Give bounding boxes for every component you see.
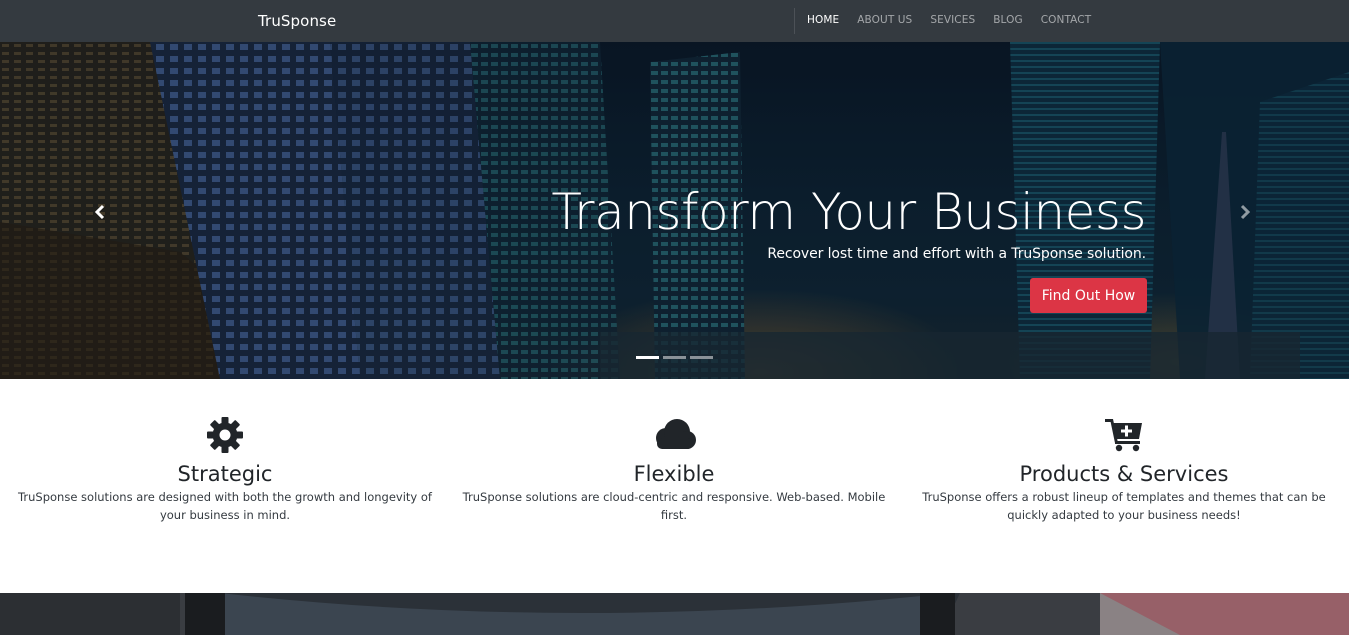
feature-strategic: Strategic TruSponse solutions are design… (10, 415, 440, 524)
feature-text: TruSponse solutions are cloud-centric an… (462, 490, 886, 522)
features-section: Strategic TruSponse solutions are design… (0, 379, 1349, 593)
brand-logo-link[interactable]: TruSponse (258, 12, 336, 30)
feature-title: Products & Services (1019, 462, 1229, 486)
carousel-next-button[interactable] (1235, 202, 1255, 222)
carousel-caption: Transform Your Business Recover lost tim… (551, 182, 1146, 262)
carousel-indicators (636, 356, 713, 359)
nav-link-contact[interactable]: CONTACT (1041, 14, 1092, 26)
feature-flexible: Flexible TruSponse solutions are cloud-c… (459, 415, 889, 524)
parallax-image-strip (0, 593, 1349, 635)
nav-link-blog[interactable]: BLOG (993, 14, 1022, 26)
feature-text: TruSponse solutions are designed with bo… (18, 490, 432, 522)
nav-link-home[interactable]: HOME (807, 14, 839, 26)
hero-subtitle: Recover lost time and effort with a TruS… (767, 246, 1146, 262)
carousel-prev-button[interactable] (90, 202, 110, 222)
feature-title: Flexible (633, 462, 715, 486)
nav-divider (794, 8, 795, 34)
feature-products-services: Products & Services TruSponse offers a r… (909, 415, 1339, 524)
chevron-left-icon (94, 204, 105, 220)
nav-links: HOME ABOUT US SEVICES BLOG CONTACT (807, 14, 1109, 26)
carousel-indicator-2[interactable] (663, 356, 686, 359)
cart-plus-icon (1105, 419, 1142, 452)
find-out-how-button[interactable]: Find Out How (1030, 278, 1147, 313)
nav-link-services[interactable]: SEVICES (930, 14, 975, 26)
feature-title: Strategic (177, 462, 273, 486)
car-road-image (0, 593, 1349, 635)
chevron-right-icon (1240, 204, 1251, 220)
gear-icon (207, 417, 243, 453)
feature-text: TruSponse offers a robust lineup of temp… (922, 490, 1326, 522)
carousel-indicator-1[interactable] (636, 356, 659, 359)
cloud-icon (656, 419, 696, 449)
navbar: TruSponse HOME ABOUT US SEVICES BLOG CON… (0, 0, 1349, 42)
nav-link-about-us[interactable]: ABOUT US (857, 14, 912, 26)
hero-carousel: Transform Your Business Recover lost tim… (0, 42, 1349, 379)
carousel-indicator-3[interactable] (690, 356, 713, 359)
hero-title: Transform Your Business (551, 183, 1146, 241)
